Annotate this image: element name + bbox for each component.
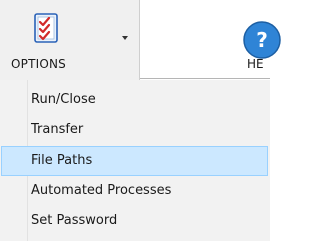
menu-item-transfer[interactable]: Transfer <box>1 115 268 145</box>
menu-item-automated-processes[interactable]: Automated Processes <box>1 176 268 206</box>
options-dropdown-menu: Run/Close Transfer File Paths Automated … <box>0 80 270 241</box>
checklist-icon <box>34 13 58 43</box>
menu-item-label: Transfer <box>31 122 84 137</box>
ribbon: OPTIONS ? HE <box>0 0 281 80</box>
menu-item-label: File Paths <box>31 153 93 168</box>
svg-text:?: ? <box>256 28 268 52</box>
menu-item-file-paths[interactable]: File Paths <box>1 146 268 176</box>
ribbon-divider <box>140 78 270 79</box>
help-icon[interactable]: ? <box>242 20 282 60</box>
options-button[interactable]: OPTIONS <box>0 0 140 80</box>
menu-item-run-close[interactable]: Run/Close <box>1 85 268 115</box>
help-label: HE <box>247 57 264 71</box>
options-label: OPTIONS <box>11 57 66 71</box>
menu-item-label: Set Password <box>31 213 118 228</box>
menu-item-label: Run/Close <box>31 92 96 107</box>
menu-item-label: Automated Processes <box>31 183 172 198</box>
menu-item-set-password[interactable]: Set Password <box>1 206 268 236</box>
dropdown-arrow-icon[interactable] <box>122 36 128 40</box>
